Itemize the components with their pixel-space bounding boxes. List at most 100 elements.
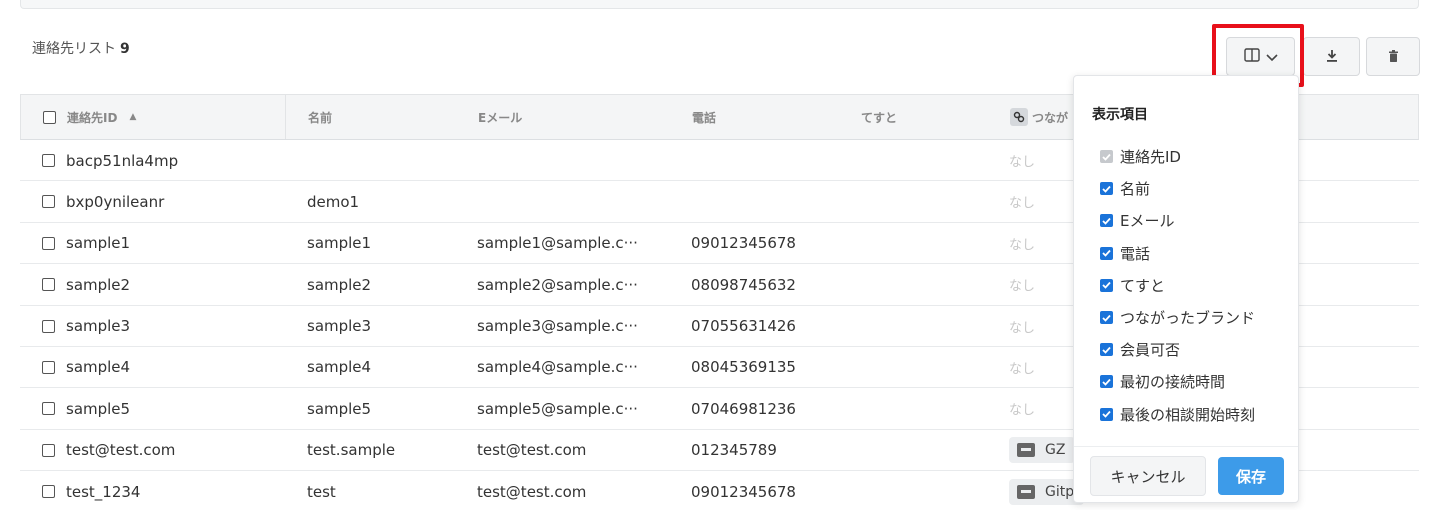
cell-name: demo1 (307, 192, 360, 211)
column-option[interactable]: 会員可否 (1100, 339, 1180, 360)
cell-contact-id: sample3 (42, 306, 130, 347)
contact-id-text: sample3 (66, 317, 131, 336)
row-checkbox[interactable] (42, 154, 55, 167)
contact-id-text: test_1234 (66, 482, 141, 501)
cell-phone: 08045369135 (691, 358, 796, 377)
header-label: つなが (1032, 110, 1069, 125)
cell-email: sample2@sample.c··· (477, 275, 638, 294)
column-option-label: 最後の相談開始時刻 (1120, 405, 1256, 424)
cell-phone: 012345789 (691, 441, 777, 460)
contact-id-text: bacp51nla4mp (66, 151, 179, 170)
top-panel (20, 0, 1419, 9)
row-checkbox[interactable] (42, 278, 55, 292)
row-checkbox[interactable] (42, 443, 55, 457)
checkbox-checked-icon[interactable] (1100, 182, 1113, 196)
header-phone[interactable]: 電話 (692, 95, 716, 139)
column-option[interactable]: 連絡先ID (1100, 146, 1181, 167)
checkbox-checked-icon (1100, 150, 1113, 163)
sort-asc-icon[interactable]: ▲ (129, 112, 136, 122)
cell-contact-id: test_1234 (42, 471, 140, 510)
header-contact-id[interactable]: 連絡先ID ▲ (43, 95, 136, 139)
cell-brand: GZ (1009, 430, 1076, 471)
cell-name: sample4 (307, 358, 372, 377)
cancel-button[interactable]: キャンセル (1090, 456, 1206, 496)
brand-badge[interactable]: GZ (1009, 437, 1076, 464)
column-option[interactable]: 電話 (1100, 243, 1150, 264)
select-all-checkbox[interactable] (43, 110, 56, 124)
column-option-label: 会員可否 (1120, 341, 1181, 360)
link-icon (1010, 108, 1028, 126)
row-checkbox[interactable] (42, 236, 55, 250)
column-option-label: 最初の接続時間 (1120, 373, 1226, 392)
contact-id-text: sample1 (66, 234, 131, 253)
checkbox-checked-icon[interactable] (1100, 278, 1113, 292)
cell-brand: なし (1009, 320, 1036, 336)
checkbox-checked-icon[interactable] (1100, 407, 1113, 421)
cell-phone: 07055631426 (691, 317, 796, 336)
cell-brand: なし (1009, 237, 1036, 253)
contact-id-text: sample2 (66, 275, 131, 294)
cell-email: test@test.com (477, 482, 587, 501)
cell-contact-id: test@test.com (42, 430, 175, 471)
cell-email: sample1@sample.c··· (477, 234, 638, 253)
download-icon (1326, 47, 1337, 66)
trash-icon (1388, 47, 1398, 66)
cell-email: sample4@sample.c··· (477, 358, 638, 377)
cell-name: test.sample (307, 441, 396, 460)
cell-phone: 08098745632 (691, 275, 796, 294)
header-name[interactable]: 名前 (308, 95, 332, 139)
cell-brand: なし (1009, 196, 1036, 212)
header-email[interactable]: Eメール (478, 95, 522, 139)
cell-contact-id: bxp0ynileanr (42, 181, 164, 222)
contact-id-text: bxp0ynileanr (66, 192, 165, 211)
contact-id-text: test@test.com (66, 441, 176, 460)
row-checkbox[interactable] (42, 360, 55, 374)
cell-brand: なし (1009, 155, 1036, 170)
column-option-label: 電話 (1120, 244, 1151, 263)
column-option-label: 連絡先ID (1120, 148, 1181, 166)
cell-name: sample1 (307, 234, 372, 253)
brand-label: Gitp (1045, 483, 1075, 500)
column-option[interactable]: 最初の接続時間 (1100, 371, 1225, 392)
column-option[interactable]: 名前 (1100, 178, 1150, 199)
cell-contact-id: bacp51nla4mp (42, 140, 178, 181)
checkbox-checked-icon[interactable] (1100, 214, 1113, 228)
cell-phone: 09012345678 (691, 234, 796, 253)
column-option-label: つながったブランド (1120, 309, 1256, 327)
row-checkbox[interactable] (42, 319, 55, 333)
row-checkbox[interactable] (42, 485, 55, 499)
save-button[interactable]: 保存 (1218, 457, 1284, 495)
cell-name: sample2 (307, 275, 372, 294)
column-option-label: 名前 (1120, 180, 1151, 199)
checkbox-checked-icon[interactable] (1100, 375, 1113, 389)
list-title-label: 連絡先リスト (32, 41, 116, 57)
header-brand[interactable]: つなが (1010, 95, 1068, 139)
checkbox-checked-icon[interactable] (1100, 246, 1113, 260)
cell-contact-id: sample2 (42, 264, 130, 305)
cell-brand: なし (1009, 361, 1036, 377)
brand-label: GZ (1045, 442, 1066, 459)
popover-divider (1074, 446, 1298, 447)
cell-contact-id: sample1 (42, 223, 130, 264)
row-checkbox[interactable] (42, 402, 55, 416)
list-title: 連絡先リスト 9 (32, 38, 130, 58)
column-settings-popover: 表示項目 連絡先ID 名前 Eメール 電話 てすと つながったブランド 会員可否… (1073, 75, 1299, 503)
download-button[interactable] (1303, 37, 1360, 76)
cell-name: sample3 (307, 317, 372, 336)
cell-name: sample5 (307, 399, 372, 418)
cell-name: test (307, 482, 336, 501)
column-option-label: てすと (1120, 276, 1166, 295)
delete-button[interactable] (1366, 37, 1420, 76)
checkbox-checked-icon[interactable] (1100, 311, 1113, 324)
column-option[interactable]: てすと (1100, 275, 1165, 296)
row-checkbox[interactable] (42, 195, 55, 209)
column-option[interactable]: 最後の相談開始時刻 (1100, 404, 1255, 425)
header-divider[interactable] (285, 95, 286, 139)
header-test[interactable]: てすと (861, 95, 897, 139)
cell-email: sample3@sample.c··· (477, 317, 638, 336)
cell-phone: 07046981236 (691, 399, 796, 418)
cell-brand: なし (1009, 403, 1036, 419)
checkbox-checked-icon[interactable] (1100, 343, 1113, 357)
column-option[interactable]: つながったブランド (1100, 307, 1255, 328)
column-option[interactable]: Eメール (1100, 210, 1174, 231)
